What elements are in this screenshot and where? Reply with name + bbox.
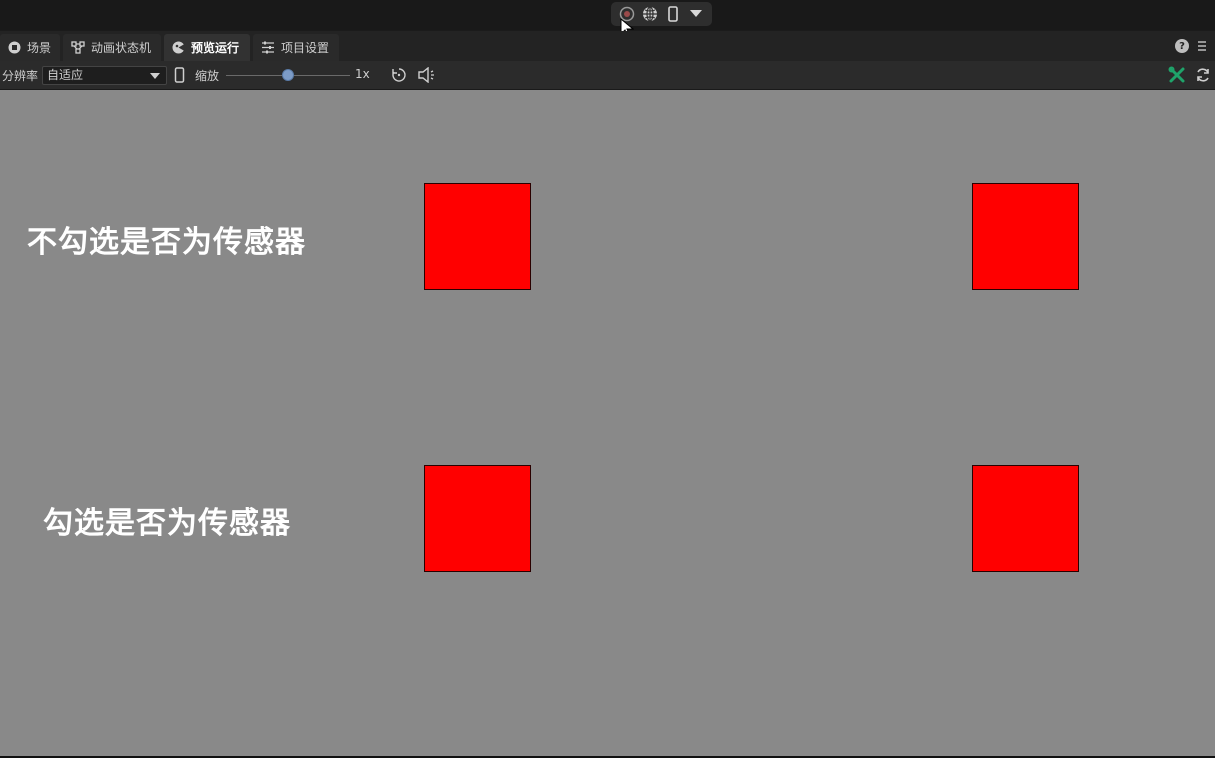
tab-label: 预览运行 (191, 41, 240, 55)
label-not-sensor: 不勾选是否为传感器 (27, 225, 306, 260)
preview-options-bar: 分辨率 自适应 缩放 1x (0, 61, 1215, 90)
tab-label: 项目设置 (281, 41, 330, 55)
phone-icon[interactable] (174, 67, 185, 83)
tab-project-settings[interactable]: 项目设置 (253, 34, 339, 61)
tab-label: 动画状态机 (91, 41, 152, 55)
resolution-select[interactable]: 自适应 (42, 66, 167, 85)
zoom-value: 1x (355, 67, 370, 81)
phone-icon[interactable] (663, 4, 683, 24)
tab-preview-run[interactable]: 预览运行 (164, 34, 250, 61)
help-icon[interactable]: ? (1175, 39, 1189, 53)
cube-icon (8, 41, 21, 54)
reload-icon[interactable] (1195, 67, 1211, 83)
top-toolbar (0, 0, 1215, 38)
tools-icon[interactable] (1168, 66, 1186, 84)
tab-label: 场景 (27, 41, 52, 55)
node-graph-icon (71, 41, 85, 54)
zoom-label: 缩放 (195, 69, 220, 83)
chevron-down-icon[interactable] (686, 4, 706, 24)
red-box-top-right (972, 183, 1079, 290)
panel-tabs: 场景 动画状态机 预览运行 项目设置 ? (0, 31, 1215, 61)
resolution-value: 自适应 (47, 68, 84, 82)
rotate-icon[interactable] (391, 67, 407, 83)
menu-icon[interactable] (1197, 40, 1207, 52)
sliders-icon (262, 41, 274, 54)
red-box-bottom-right (972, 465, 1079, 572)
resolution-label: 分辨率 (2, 69, 39, 83)
chevron-down-icon (150, 73, 160, 79)
globe-icon[interactable] (640, 4, 660, 24)
red-box-bottom-left (424, 465, 531, 572)
tab-scene[interactable]: 场景 (0, 34, 60, 61)
preview-icon (172, 41, 185, 54)
red-box-top-left (424, 183, 531, 290)
label-is-sensor: 勾选是否为传感器 (43, 506, 291, 541)
tab-animation-state-machine[interactable]: 动画状态机 (63, 34, 161, 61)
sound-icon[interactable] (417, 67, 437, 83)
game-viewport[interactable]: 不勾选是否为传感器 勾选是否为传感器 (0, 90, 1215, 756)
zoom-slider-handle[interactable] (282, 69, 294, 81)
